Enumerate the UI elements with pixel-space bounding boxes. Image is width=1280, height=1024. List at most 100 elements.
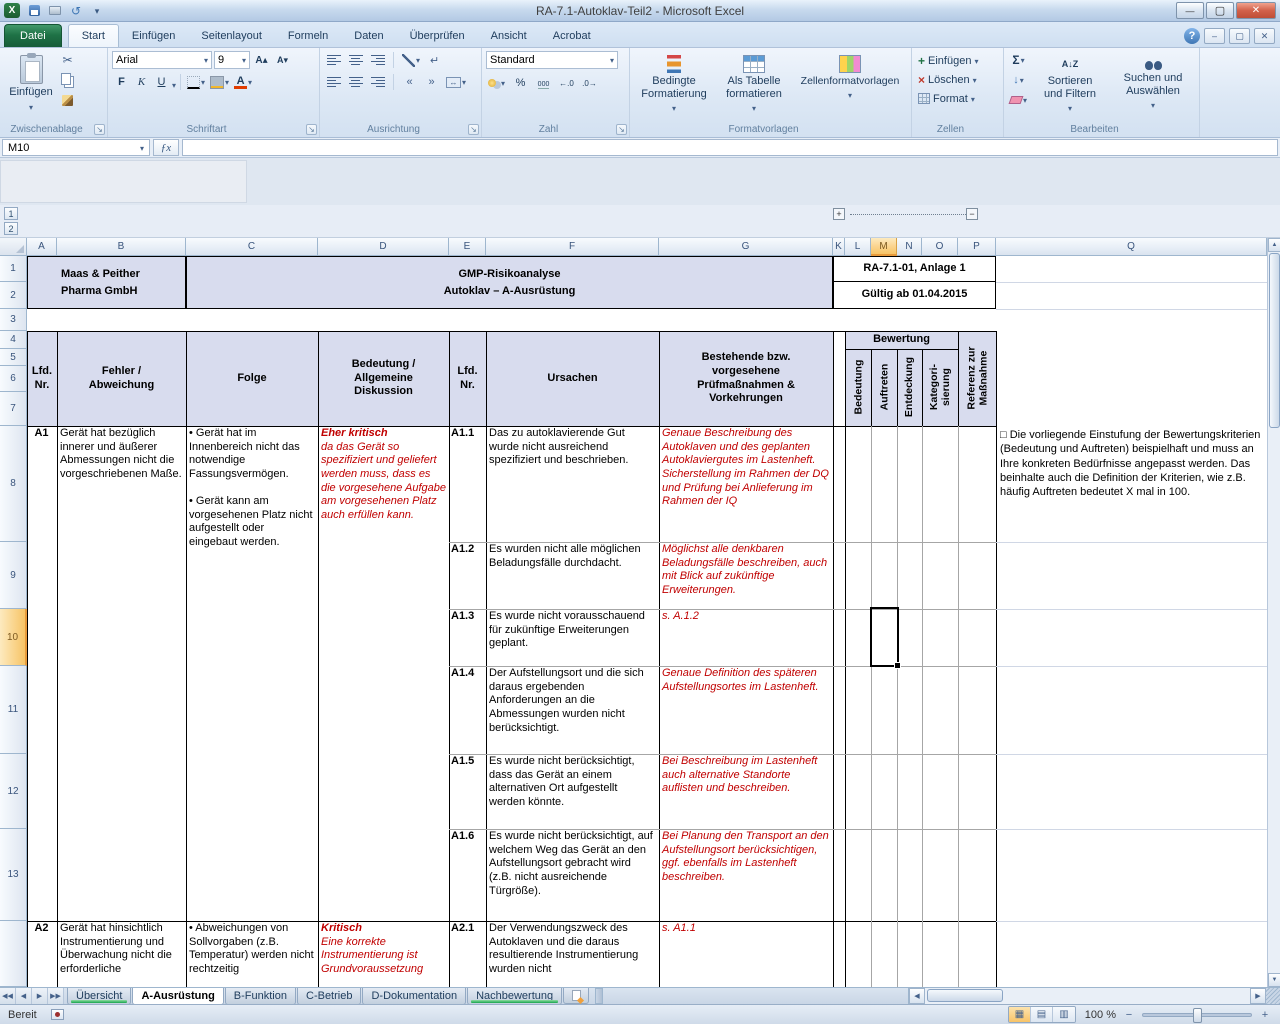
select-all-corner[interactable]: [0, 238, 27, 256]
cell-a1-4-id[interactable]: A1.4: [449, 666, 486, 754]
page-layout-view-icon[interactable]: ▤: [1031, 1007, 1053, 1022]
cell-a1-2-massnahme[interactable]: Möglichst alle denkbaren Beladungsfälle …: [659, 542, 833, 609]
underline-dropdown-icon[interactable]: [172, 79, 176, 91]
fill-button[interactable]: [1008, 71, 1029, 89]
italic-button[interactable]: K: [132, 73, 151, 91]
borders-button[interactable]: [185, 73, 207, 91]
clipboard-dialog-launcher-icon[interactable]: [94, 124, 105, 135]
maximize-button[interactable]: [1206, 2, 1234, 19]
cell-doc-ref[interactable]: RA-7.1-01, Anlage 1: [833, 256, 996, 282]
sheet-cells[interactable]: Maas & Peither Pharma GmbH GMP-Risikoana…: [27, 256, 1267, 987]
cell-a1-1-id[interactable]: A1.1: [449, 426, 486, 542]
cut-button[interactable]: [58, 51, 77, 69]
insert-function-button[interactable]: [153, 139, 179, 156]
bold-button[interactable]: F: [112, 73, 131, 91]
row-header-2[interactable]: 2: [0, 282, 27, 309]
cell-a2-folge[interactable]: • Abweichungen von Sollvorgaben (z.B. Te…: [186, 921, 318, 987]
row-header-9[interactable]: 9: [0, 542, 27, 609]
page-break-view-icon[interactable]: ▥: [1053, 1007, 1075, 1022]
active-cell-cursor[interactable]: [870, 607, 899, 667]
outline-collapse-icon[interactable]: −: [966, 208, 978, 220]
header-massnahmen[interactable]: Bestehende bzw. vorgesehene Prüfmaßnahme…: [659, 331, 833, 426]
font-dialog-launcher-icon[interactable]: [306, 124, 317, 135]
column-header-c[interactable]: C: [186, 238, 318, 256]
sort-filter-button[interactable]: Sortieren und Filtern: [1032, 51, 1108, 117]
cell-a1-1-ursache[interactable]: Das zu autoklavierende Gut wurde nicht a…: [486, 426, 659, 542]
sheet-tab-nachbewertung[interactable]: Nachbewertung: [467, 988, 562, 1005]
underline-button[interactable]: U: [152, 73, 171, 91]
column-header-l[interactable]: L: [845, 238, 871, 256]
paste-button[interactable]: Einfügen: [4, 51, 58, 117]
column-header-e[interactable]: E: [449, 238, 486, 256]
row-header-8[interactable]: 8: [0, 426, 27, 542]
workbook-close-button[interactable]: [1254, 28, 1275, 44]
row-header-5[interactable]: 5: [0, 349, 27, 366]
shrink-font-button[interactable]: [273, 51, 292, 69]
normal-view-icon[interactable]: ▦: [1009, 1007, 1031, 1022]
minimize-button[interactable]: [1176, 2, 1204, 19]
align-bottom-button[interactable]: [368, 51, 387, 69]
decrease-indent-button[interactable]: [400, 73, 419, 91]
insert-cells-button[interactable]: Einfügen: [916, 51, 999, 70]
cell-styles-button[interactable]: Zellenformatvorlagen: [794, 51, 906, 117]
zoom-out-icon[interactable]: −: [1122, 1008, 1136, 1022]
column-header-g[interactable]: G: [659, 238, 833, 256]
grow-font-button[interactable]: [252, 51, 271, 69]
sheet-tab-a-ausruestung[interactable]: A-Ausrüstung: [132, 988, 223, 1005]
align-right-button[interactable]: [368, 73, 387, 91]
column-header-p[interactable]: P: [958, 238, 996, 256]
scroll-down-icon[interactable]: ▼: [1268, 973, 1280, 987]
copy-button[interactable]: [58, 71, 77, 89]
column-header-a[interactable]: A: [27, 238, 57, 256]
font-color-button[interactable]: [232, 73, 254, 91]
first-sheet-button[interactable]: ◀◀: [0, 988, 16, 1004]
zoom-slider-thumb[interactable]: [1193, 1008, 1202, 1023]
cell-a1-6-massnahme[interactable]: Bei Planung den Transport an den Aufstel…: [659, 829, 833, 921]
resize-grip[interactable]: [1266, 988, 1280, 1004]
name-box[interactable]: M10: [2, 139, 150, 156]
increase-indent-button[interactable]: [422, 73, 441, 91]
cell-a2-fehler[interactable]: Gerät hat hinsichtlich Instrumentierung …: [57, 921, 186, 987]
header-rot-kategorisierung[interactable]: Kategori- sierung: [922, 349, 958, 426]
align-left-button[interactable]: [324, 73, 343, 91]
undo-button[interactable]: [67, 3, 85, 19]
cell-a1-2-ursache[interactable]: Es wurden nicht alle möglichen Beladungs…: [486, 542, 659, 609]
rating-cells-area[interactable]: [845, 426, 996, 987]
header-folge[interactable]: Folge: [186, 331, 318, 426]
tab-formeln[interactable]: Formeln: [275, 25, 341, 47]
zoom-slider[interactable]: [1142, 1013, 1252, 1017]
zoom-level[interactable]: 100 %: [1082, 1009, 1116, 1021]
cell-a1-folge[interactable]: • Gerät hat im Innenbereich nicht das no…: [186, 426, 318, 921]
header-bedeutung[interactable]: Bedeutung / Allgemeine Diskussion: [318, 331, 449, 426]
number-format-combo[interactable]: Standard: [486, 51, 618, 69]
wrap-text-button[interactable]: [425, 51, 444, 69]
save-button[interactable]: [25, 3, 43, 19]
outline-level-2-button[interactable]: 2: [4, 222, 18, 235]
print-button[interactable]: [46, 3, 64, 19]
cell-company[interactable]: Maas & Peither Pharma GmbH: [27, 256, 186, 309]
next-sheet-button[interactable]: ▶: [32, 988, 48, 1004]
header-fehler[interactable]: Fehler / Abweichung: [57, 331, 186, 426]
tab-datei[interactable]: Datei: [4, 24, 62, 47]
tab-daten[interactable]: Daten: [341, 25, 396, 47]
close-button[interactable]: [1236, 2, 1276, 19]
accounting-format-button[interactable]: [486, 74, 507, 92]
cell-a1-1-massnahme[interactable]: Genaue Beschreibung des Autoklaven und d…: [659, 426, 833, 542]
scroll-right-icon[interactable]: ▶: [1250, 988, 1266, 1004]
merge-center-button[interactable]: [444, 73, 468, 91]
clear-button[interactable]: [1008, 91, 1029, 109]
cell-a1-6-ursache[interactable]: Es wurde nicht berücksichtigt, auf welch…: [486, 829, 659, 921]
cell-a2-1-massnahme[interactable]: s. A1.1: [659, 921, 833, 987]
cell-valid-from[interactable]: Gültig ab 01.04.2015: [833, 282, 996, 309]
column-header-f[interactable]: F: [486, 238, 659, 256]
header-ursachen[interactable]: Ursachen: [486, 331, 659, 426]
cell-a1-2-id[interactable]: A1.2: [449, 542, 486, 609]
cell-a1-5-id[interactable]: A1.5: [449, 754, 486, 829]
workbook-minimize-button[interactable]: [1204, 28, 1225, 44]
horizontal-scroll-track[interactable]: [925, 988, 1250, 1004]
header-rot-entdeckung[interactable]: Entdeckung: [897, 349, 922, 426]
workbook-restore-button[interactable]: [1229, 28, 1250, 44]
autosum-button[interactable]: [1008, 51, 1029, 69]
vertical-scrollbar[interactable]: ▲ ▼: [1267, 238, 1280, 987]
cell-note[interactable]: □ Die vorliegende Einstufung der Bewertu…: [996, 426, 1267, 542]
